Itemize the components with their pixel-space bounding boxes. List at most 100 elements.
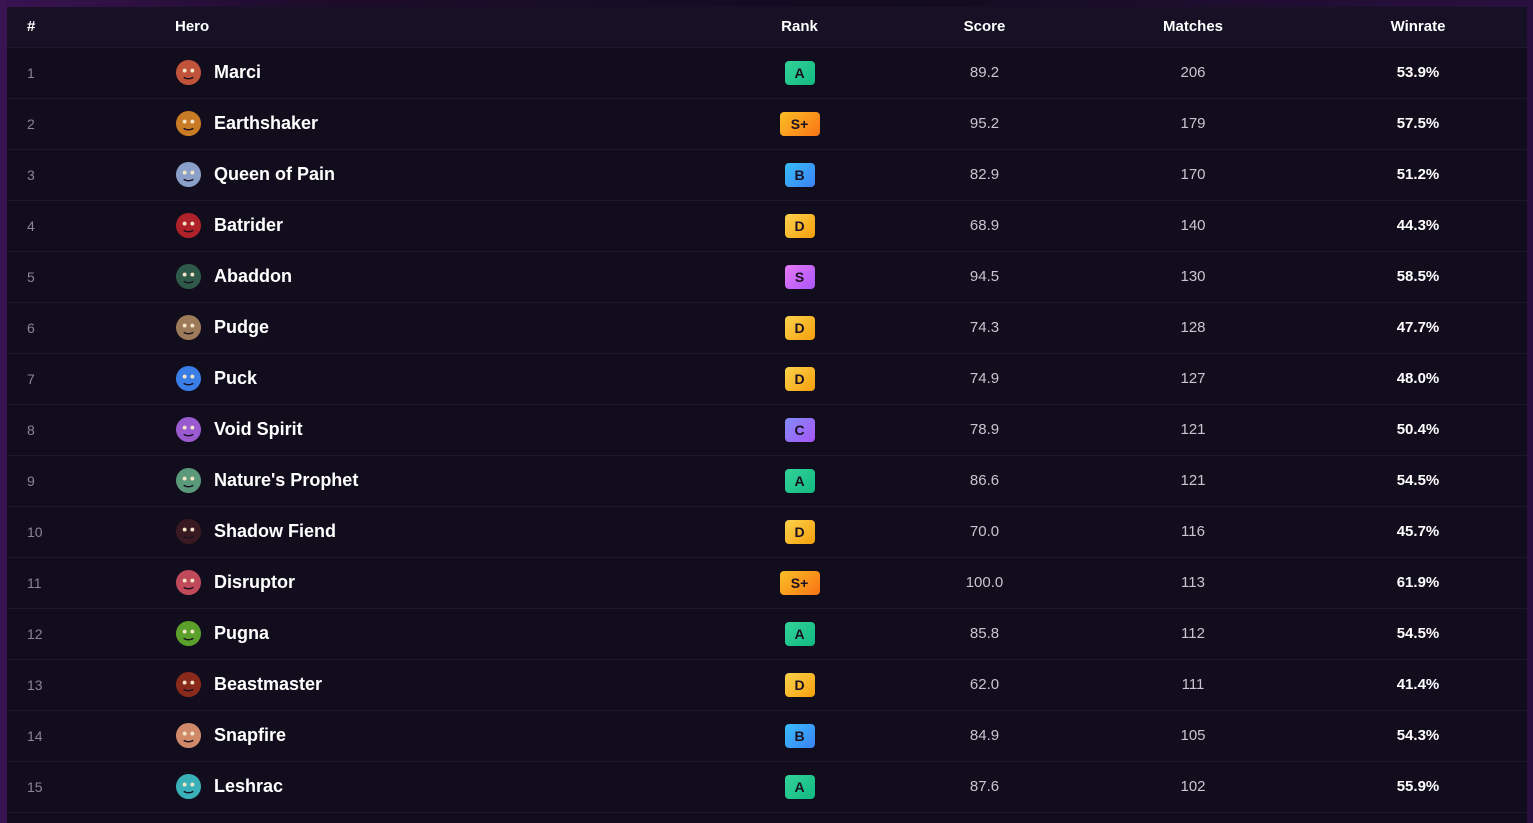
page-frame: # Hero Rank Score Matches Winrate 1 Marci… [0, 0, 1533, 823]
winrate-value: 45.7% [1396, 523, 1440, 540]
rank-badge: B [784, 162, 815, 187]
hero-link[interactable]: Abaddon [175, 263, 707, 290]
table-row[interactable]: 14 Snapfire B 84.9 105 54.3% [7, 710, 1527, 761]
hero-cell[interactable]: Shadow Fiend [175, 506, 707, 557]
rank-cell: D [707, 200, 892, 251]
hero-name: Pudge [214, 317, 270, 337]
hero-cell[interactable]: Void Spirit [175, 404, 707, 455]
rank-badge: B [784, 723, 815, 748]
hero-link[interactable]: Puck [175, 365, 707, 392]
hero-cell[interactable]: Puck [175, 353, 707, 404]
hero-cell[interactable]: Nature's Prophet [175, 455, 707, 506]
pudge-portrait-icon [175, 314, 202, 341]
rank-badge: A [784, 60, 815, 85]
header-hero[interactable]: Hero [175, 7, 707, 48]
score-value: 85.8 [969, 625, 1000, 642]
rank-cell: S+ [707, 557, 892, 608]
score-value: 70.0 [969, 523, 1000, 540]
hero-stats-panel: # Hero Rank Score Matches Winrate 1 Marci… [7, 7, 1527, 823]
header-rank-number[interactable]: # [7, 7, 175, 48]
table-row[interactable]: 13 Beastmaster D 62.0 111 41.4% [7, 659, 1527, 710]
hero-link[interactable]: Batrider [175, 212, 707, 239]
hero-cell[interactable]: Marci [175, 47, 707, 98]
hero-cell[interactable]: Abaddon [175, 251, 707, 302]
table-row[interactable]: 7 Puck D 74.9 127 48.0% [7, 353, 1527, 404]
table-row[interactable]: 5 Abaddon S 94.5 130 58.5% [7, 251, 1527, 302]
hero-link[interactable]: Void Spirit [175, 416, 707, 443]
rank-badge: S [784, 264, 815, 289]
row-number: 5 [27, 268, 35, 285]
matches-value: 130 [1180, 268, 1206, 285]
hero-cell[interactable]: Batrider [175, 200, 707, 251]
hero-cell[interactable]: Snapfire [175, 710, 707, 761]
header-winrate[interactable]: Winrate [1309, 7, 1527, 48]
hero-link[interactable]: Marci [175, 59, 707, 86]
leshrac-portrait-icon [175, 773, 202, 800]
hero-link[interactable]: Nature's Prophet [175, 467, 707, 494]
hero-cell[interactable]: Disruptor [175, 557, 707, 608]
rank-cell: S+ [707, 98, 892, 149]
winrate-value: 54.5% [1396, 625, 1440, 642]
matches-value: 140 [1180, 217, 1206, 234]
table-row[interactable]: 6 Pudge D 74.3 128 47.7% [7, 302, 1527, 353]
table-row[interactable]: 8 Void Spirit C 78.9 121 50.4% [7, 404, 1527, 455]
rank-badge: A [784, 774, 815, 799]
hero-stats-table: # Hero Rank Score Matches Winrate 1 Marci… [7, 7, 1527, 813]
hero-link[interactable]: Shadow Fiend [175, 518, 707, 545]
score-value: 82.9 [969, 166, 1000, 183]
matches-value: 121 [1180, 421, 1206, 438]
rank-cell: D [707, 302, 892, 353]
hero-cell[interactable]: Pudge [175, 302, 707, 353]
row-number: 1 [27, 64, 35, 81]
row-number: 6 [27, 319, 35, 336]
hero-cell[interactable]: Queen of Pain [175, 149, 707, 200]
rank-badge: A [784, 468, 815, 493]
header-rank[interactable]: Rank [707, 7, 892, 48]
table-row[interactable]: 10 Shadow Fiend D 70.0 116 45.7% [7, 506, 1527, 557]
winrate-value: 57.5% [1396, 115, 1440, 132]
winrate-value: 55.9% [1396, 778, 1440, 795]
hero-name: Queen of Pain [214, 164, 336, 184]
table-row[interactable]: 11 Disruptor S+ 100.0 113 61.9% [7, 557, 1527, 608]
hero-cell[interactable]: Leshrac [175, 761, 707, 812]
table-row[interactable]: 4 Batrider D 68.9 140 44.3% [7, 200, 1527, 251]
hero-link[interactable]: Leshrac [175, 773, 707, 800]
matches-value: 128 [1180, 319, 1206, 336]
beastmaster-portrait-icon [175, 671, 202, 698]
table-row[interactable]: 9 Nature's Prophet A 86.6 121 54.5% [7, 455, 1527, 506]
row-number: 9 [27, 472, 35, 489]
score-value: 87.6 [969, 778, 1000, 795]
hero-link[interactable]: Beastmaster [175, 671, 707, 698]
rank-cell: D [707, 506, 892, 557]
row-number: 11 [27, 574, 42, 591]
hero-link[interactable]: Snapfire [175, 722, 707, 749]
header-matches[interactable]: Matches [1077, 7, 1309, 48]
score-value: 78.9 [969, 421, 1000, 438]
score-value: 74.9 [969, 370, 1000, 387]
table-row[interactable]: 2 Earthshaker S+ 95.2 179 57.5% [7, 98, 1527, 149]
table-row[interactable]: 1 Marci A 89.2 206 53.9% [7, 47, 1527, 98]
hero-link[interactable]: Pudge [175, 314, 707, 341]
puck-portrait-icon [175, 365, 202, 392]
rank-badge: D [784, 519, 815, 544]
hero-cell[interactable]: Earthshaker [175, 98, 707, 149]
rank-cell: D [707, 353, 892, 404]
table-row[interactable]: 3 Queen of Pain B 82.9 170 51.2% [7, 149, 1527, 200]
table-row[interactable]: 12 Pugna A 85.8 112 54.5% [7, 608, 1527, 659]
rank-badge: D [784, 213, 815, 238]
hero-link[interactable]: Disruptor [175, 569, 707, 596]
hero-link[interactable]: Pugna [175, 620, 707, 647]
hero-link[interactable]: Queen of Pain [175, 161, 707, 188]
matches-value: 105 [1180, 727, 1206, 744]
hero-cell[interactable]: Pugna [175, 608, 707, 659]
rank-cell: A [707, 47, 892, 98]
table-header-row: # Hero Rank Score Matches Winrate [7, 7, 1527, 48]
rank-cell: S [707, 251, 892, 302]
earthshaker-portrait-icon [175, 110, 202, 137]
table-row[interactable]: 15 Leshrac A 87.6 102 55.9% [7, 761, 1527, 812]
hero-cell[interactable]: Beastmaster [175, 659, 707, 710]
matches-value: 116 [1181, 523, 1205, 540]
hero-link[interactable]: Earthshaker [175, 110, 707, 137]
header-score[interactable]: Score [892, 7, 1077, 48]
rank-badge: S+ [779, 111, 820, 136]
